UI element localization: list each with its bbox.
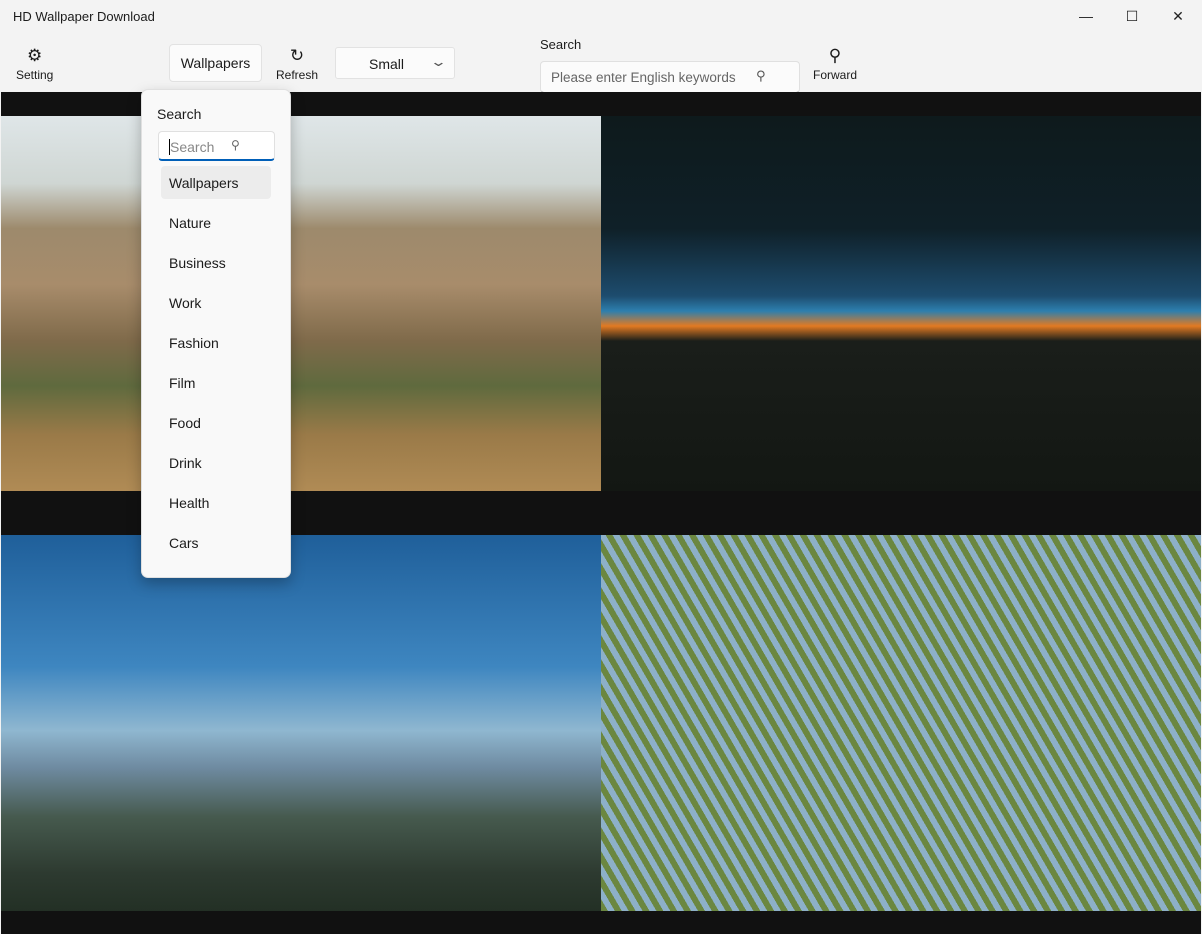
wallpaper-palm-leaf[interactable] — [601, 535, 1201, 911]
refresh-icon: ↻ — [289, 46, 305, 65]
dropdown-item-work[interactable]: Work — [161, 286, 271, 319]
window-title: HD Wallpaper Download — [13, 9, 155, 24]
refresh-button[interactable]: ↻ Refresh — [276, 46, 318, 82]
minimize-button[interactable]: — — [1063, 0, 1109, 32]
dropdown-item-wallpapers[interactable]: Wallpapers — [161, 166, 271, 199]
title-bar: HD Wallpaper Download — ☐ ✕ — [0, 0, 1202, 32]
dropdown-item-drink[interactable]: Drink — [161, 446, 271, 479]
dropdown-search-input[interactable]: Search ⚲ — [158, 131, 275, 161]
dropdown-header: Search — [157, 106, 202, 122]
wallpaper-mountain-valley[interactable] — [1, 535, 601, 911]
dropdown-item-food[interactable]: Food — [161, 406, 271, 439]
search-icon: ⚲ — [828, 46, 842, 65]
search-label: Search — [540, 37, 582, 52]
refresh-label: Refresh — [276, 68, 319, 82]
toolbar: ⚙ Setting Wallpapers ↻ Refresh Small ⌄ S… — [0, 32, 1202, 93]
dropdown-item-film[interactable]: Film — [161, 366, 271, 399]
size-select[interactable]: Small ⌄ — [335, 47, 455, 79]
setting-label: Setting — [16, 68, 54, 82]
category-dropdown: Search Search ⚲ Wallpapers Nature Busine… — [141, 89, 291, 578]
dropdown-item-fashion[interactable]: Fashion — [161, 326, 271, 359]
gear-icon: ⚙ — [27, 46, 43, 65]
search-icon: ⚲ — [231, 138, 240, 152]
dropdown-item-health[interactable]: Health — [161, 486, 271, 519]
setting-button[interactable]: ⚙ Setting — [16, 46, 53, 82]
dropdown-search-placeholder: Search — [169, 139, 215, 155]
wallpaper-night-horizon[interactable] — [601, 116, 1201, 491]
forward-label: Forward — [813, 68, 858, 82]
search-placeholder: Please enter English keywords — [551, 70, 736, 85]
wallpaper-mountains-desert[interactable] — [1, 116, 601, 491]
search-input[interactable]: Please enter English keywords ⚲ — [540, 61, 800, 93]
close-button[interactable]: ✕ — [1155, 0, 1201, 32]
category-button[interactable]: Wallpapers — [169, 44, 262, 82]
forward-button[interactable]: ⚲ Forward — [813, 46, 857, 82]
size-value: Small — [369, 56, 405, 72]
dropdown-item-cars[interactable]: Cars — [161, 526, 271, 559]
search-icon[interactable]: ⚲ — [756, 68, 766, 84]
maximize-button[interactable]: ☐ — [1109, 0, 1155, 32]
dropdown-item-business[interactable]: Business — [161, 246, 271, 279]
dropdown-item-nature[interactable]: Nature — [161, 206, 271, 239]
chevron-down-icon: ⌄ — [429, 54, 448, 69]
